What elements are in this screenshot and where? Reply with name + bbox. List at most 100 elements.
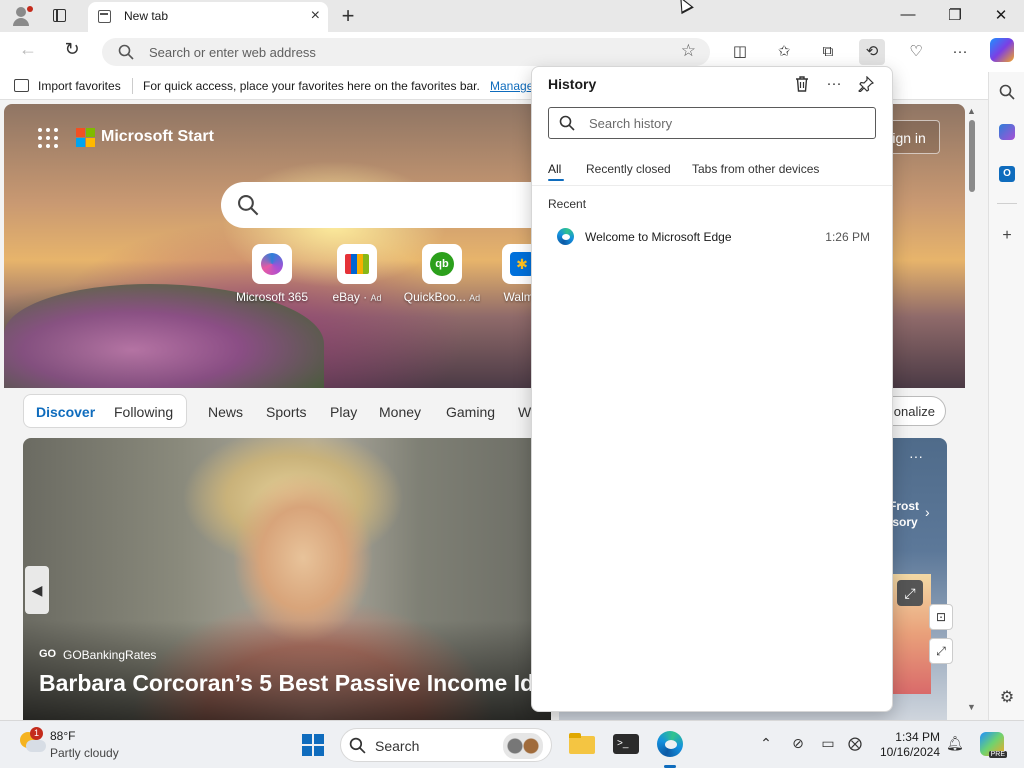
quick-link-microsoft-365[interactable]: Microsoft 365 <box>232 244 312 304</box>
address-bar[interactable]: Search or enter web address ☆ <box>102 38 710 66</box>
network-icon[interactable]: ⊘ <box>788 735 808 752</box>
weather-partly-cloudy-icon[interactable]: 1 <box>18 727 46 754</box>
sidebar-divider <box>997 203 1017 204</box>
edge-sidebar: O + ⚙ <box>988 72 1024 720</box>
browser-essentials-icon[interactable]: ♡ <box>903 39 929 65</box>
category-gaming[interactable]: Gaming <box>446 404 495 420</box>
divider <box>132 78 133 94</box>
history-title: History <box>548 76 597 92</box>
story-headline[interactable]: Barbara Corcoran’s 5 Best Passive Income… <box>39 670 551 697</box>
new-tab-button[interactable]: + <box>336 3 360 29</box>
close-tab-icon[interactable]: × <box>311 7 320 25</box>
ebay-icon <box>337 244 377 284</box>
add-favorite-icon[interactable]: ☆ <box>681 41 696 61</box>
weather-temperature[interactable]: 88°F <box>50 729 75 743</box>
side-story-text: Frost isory <box>889 499 919 529</box>
history-item-title: Welcome to Microsoft Edge <box>585 230 732 244</box>
restore-icon[interactable]: ❐ <box>940 6 970 24</box>
scrollbar-thumb[interactable] <box>969 120 975 192</box>
feedback-icon[interactable]: ⊡ <box>929 604 953 630</box>
microsoft-logo-icon <box>76 128 96 148</box>
history-tab-all[interactable]: All <box>548 162 561 176</box>
quick-link-ebay[interactable]: eBay · Ad <box>317 244 397 304</box>
taskbar-search[interactable]: Search <box>340 728 552 762</box>
source-logo: GO <box>39 648 57 660</box>
copilot-icon[interactable] <box>990 38 1014 62</box>
collections-icon[interactable]: ⧉ <box>815 39 841 65</box>
add-sidebar-app-icon[interactable]: + <box>995 224 1019 248</box>
new-tab-page-icon <box>98 10 111 23</box>
microsoft-365-icon[interactable] <box>995 120 1019 144</box>
section-recent: Recent <box>548 197 587 211</box>
weather-badge: 1 <box>30 727 43 740</box>
web-search-box[interactable] <box>221 182 581 228</box>
category-more[interactable]: W <box>518 404 531 420</box>
favorites-icon[interactable]: ✩ <box>771 39 797 65</box>
import-favorites-button[interactable]: Import favorites <box>38 79 121 93</box>
display-icon[interactable]: ▭ <box>818 735 838 752</box>
close-window-icon[interactable]: ✕ <box>986 6 1016 24</box>
notifications-bell-icon[interactable]: 🔔︎ <box>946 735 964 752</box>
settings-more-icon[interactable]: ··· <box>947 39 973 65</box>
more-options-icon[interactable]: ··· <box>822 72 846 96</box>
app-launcher-icon[interactable] <box>38 128 58 148</box>
search-icon <box>238 195 259 216</box>
divider <box>532 185 892 186</box>
more-options-icon[interactable]: ··· <box>909 448 923 464</box>
sidebar-settings-icon[interactable]: ⚙ <box>995 686 1019 710</box>
taskbar: 1 88°F Partly cloudy Search >_ ⌃ ⊘ ▭ ⨂ 1… <box>0 720 1024 768</box>
tab-title: New tab <box>124 9 169 23</box>
tab-new-tab[interactable]: New tab × <box>88 2 328 32</box>
history-tab-recently-closed[interactable]: Recently closed <box>586 162 671 176</box>
history-search-input[interactable] <box>589 114 859 132</box>
pin-icon[interactable] <box>854 72 878 96</box>
outlook-icon[interactable]: O <box>995 160 1019 184</box>
minimize-icon[interactable]: — <box>893 6 923 23</box>
category-money[interactable]: Money <box>379 404 421 420</box>
show-hidden-icons-icon[interactable]: ⌃ <box>756 735 776 752</box>
category-news[interactable]: News <box>208 404 243 420</box>
delete-history-icon[interactable] <box>790 72 814 96</box>
weather-condition[interactable]: Partly cloudy <box>50 746 119 760</box>
tab-actions-icon[interactable] <box>48 6 72 26</box>
start-button[interactable] <box>302 734 324 756</box>
tab-strip: New tab × + — ❐ ✕ <box>0 0 1024 32</box>
history-search-box[interactable] <box>548 107 876 139</box>
quick-link-quickbooks[interactable]: qb QuickBoo... Ad <box>402 244 482 304</box>
volume-muted-icon[interactable]: ⨂ <box>845 735 865 752</box>
main-story-card[interactable]: ◀ GO GOBankingRates Barbara Corcoran’s 5… <box>23 438 551 720</box>
category-sports[interactable]: Sports <box>266 404 306 420</box>
history-icon[interactable]: ⟲ <box>859 39 885 65</box>
system-clock[interactable]: 1:34 PM 10/16/2024 <box>876 730 940 760</box>
copilot-taskbar-icon[interactable]: PRE <box>980 732 1007 758</box>
manage-favorites-link[interactable]: Manage <box>490 79 533 93</box>
active-tab-indicator <box>548 179 564 181</box>
history-tab-other-devices[interactable]: Tabs from other devices <box>692 162 819 176</box>
back-button[interactable]: ← <box>14 39 42 60</box>
terminal-icon[interactable]: >_ <box>611 729 641 759</box>
expand-icon[interactable]: ⤢ <box>897 580 923 606</box>
history-panel: History ··· All Recently closed Tabs fro… <box>531 66 893 712</box>
microsoft-365-icon <box>252 244 292 284</box>
profile-icon[interactable] <box>10 5 34 27</box>
chevron-right-icon[interactable]: › <box>925 504 930 520</box>
split-screen-icon[interactable]: ◫ <box>727 39 753 65</box>
history-item-time: 1:26 PM <box>825 230 870 244</box>
taskbar-search-label: Search <box>375 738 420 754</box>
clock-date: 10/16/2024 <box>879 745 940 759</box>
brand-title: Microsoft Start <box>101 128 214 145</box>
import-icon <box>14 79 29 92</box>
favorites-bar-message: For quick access, place your favorites h… <box>143 79 480 93</box>
file-explorer-icon[interactable] <box>567 729 597 759</box>
fullscreen-icon[interactable]: ⤢ <box>929 638 953 664</box>
page-scrollbar[interactable]: ▲ ▼ <box>965 104 979 720</box>
edge-favicon-icon <box>557 228 574 245</box>
sidebar-search-icon[interactable] <box>995 80 1019 104</box>
edge-taskbar-icon[interactable] <box>655 729 685 768</box>
history-item[interactable]: Welcome to Microsoft Edge 1:26 PM <box>542 223 882 251</box>
category-play[interactable]: Play <box>330 404 357 420</box>
tab-following[interactable]: Following <box>114 404 173 420</box>
previous-arrow-icon[interactable]: ◀ <box>25 566 49 614</box>
refresh-button[interactable]: ↻ <box>58 39 86 60</box>
tab-discover[interactable]: Discover <box>36 404 95 420</box>
